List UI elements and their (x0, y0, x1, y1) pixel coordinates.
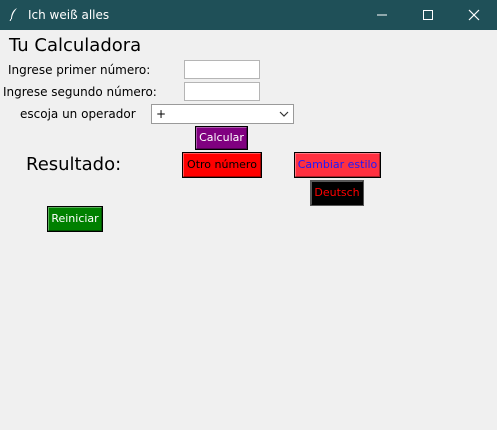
maximize-button[interactable] (405, 0, 451, 30)
feather-icon (9, 8, 17, 21)
operator-label: escoja un operador (20, 107, 136, 121)
second-number-label: Ingrese segundo número: (3, 85, 157, 99)
minimize-icon (377, 14, 387, 16)
operator-value: + (156, 107, 167, 121)
app-heading: Tu Calculadora (9, 35, 142, 56)
close-button[interactable] (451, 0, 497, 30)
chevron-down-icon (279, 111, 289, 117)
result-label: Resultado: (26, 154, 122, 175)
minimize-button[interactable] (359, 0, 405, 30)
second-number-input[interactable] (184, 82, 260, 101)
first-number-input[interactable] (184, 60, 260, 79)
maximize-icon (423, 10, 433, 20)
title-bar: Ich weiß alles (0, 0, 497, 30)
operator-select[interactable]: + (151, 104, 294, 124)
close-icon (468, 9, 480, 21)
change-style-button[interactable]: Cambiar estilo (294, 152, 381, 178)
first-number-label: Ingrese primer número: (8, 63, 151, 77)
language-button[interactable]: Deutsch (310, 180, 364, 206)
calculate-button[interactable]: Calcular (195, 126, 248, 150)
window-title: Ich weiß alles (28, 8, 110, 22)
reset-button[interactable]: Reiniciar (47, 206, 103, 232)
other-number-button[interactable]: Otro número (182, 152, 262, 178)
